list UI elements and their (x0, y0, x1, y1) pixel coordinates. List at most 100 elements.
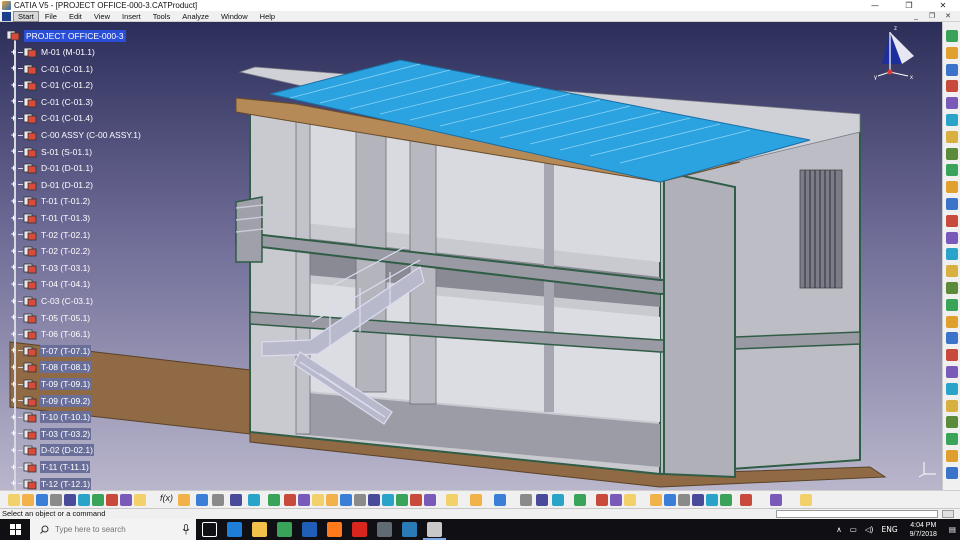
command-tool-icon[interactable] (120, 494, 132, 506)
tree-node[interactable]: + T-09 (T-09.2) (9, 394, 92, 408)
tree-node[interactable]: + T-06 (T-06.1) (9, 327, 91, 341)
command-tool-icon[interactable] (64, 494, 76, 506)
taskbar-app-acrobat[interactable] (352, 522, 367, 537)
expand-plus-icon[interactable]: + (9, 412, 18, 422)
expand-plus-icon[interactable]: + (9, 196, 18, 206)
taskbar-app-outlook[interactable] (302, 522, 317, 537)
tree-node[interactable]: + S-01 (S-01.1) (9, 145, 93, 159)
menu-tools[interactable]: Tools (147, 11, 177, 22)
command-tool-icon[interactable] (536, 494, 548, 506)
tree-root-node[interactable]: PROJECT OFFICE-000-3 (6, 29, 126, 42)
tree-node-label[interactable]: M-01 (M-01.1) (40, 46, 96, 58)
command-tool-icon[interactable] (678, 494, 690, 506)
command-tool-icon[interactable] (248, 494, 260, 506)
command-tool-icon[interactable] (230, 494, 242, 506)
workbench-tool-icon[interactable] (946, 198, 958, 210)
tree-node-label[interactable]: D-01 (D-01.2) (40, 179, 94, 191)
tree-root-label[interactable]: PROJECT OFFICE-000-3 (24, 29, 126, 42)
tree-node[interactable]: + T-01 (T-01.3) (9, 211, 91, 225)
command-tool-icon[interactable] (340, 494, 352, 506)
menu-help[interactable]: Help (254, 11, 281, 22)
workbench-tool-icon[interactable] (946, 332, 958, 345)
tree-node-label[interactable]: T-09 (T-09.1) (40, 378, 92, 390)
tree-node[interactable]: + C-01 (C-01.4) (9, 111, 94, 125)
tree-node[interactable]: + C-01 (C-01.1) (9, 62, 94, 76)
taskbar-search[interactable] (30, 519, 196, 540)
tree-node-label[interactable]: T-07 (T-07.1) (40, 344, 92, 357)
command-tool-icon[interactable] (212, 494, 224, 506)
command-tool-icon[interactable] (446, 494, 458, 506)
expand-plus-icon[interactable]: + (9, 130, 18, 140)
tree-node-label[interactable]: S-01 (S-01.1) (40, 146, 93, 158)
expand-plus-icon[interactable]: + (9, 362, 18, 372)
tree-node[interactable]: + T-07 (T-07.1) (9, 344, 92, 358)
tree-node-label[interactable]: T-04 (T-04.1) (40, 278, 91, 290)
command-tool-icon[interactable] (50, 494, 62, 506)
workbench-tool-icon[interactable] (946, 231, 958, 244)
tree-node-label[interactable]: T-12 (T-12.1) (40, 477, 92, 490)
workbench-tool-icon[interactable] (946, 366, 958, 378)
workbench-tool-icon[interactable] (946, 248, 958, 261)
expand-plus-icon[interactable]: + (9, 80, 18, 90)
expand-plus-icon[interactable]: + (9, 47, 18, 57)
command-tool-icon[interactable] (574, 494, 586, 506)
expand-plus-icon[interactable]: + (9, 429, 18, 438)
command-tool-icon[interactable] (368, 494, 380, 506)
tree-node-label[interactable]: T-05 (T-05.1) (40, 312, 91, 324)
expand-plus-icon[interactable]: + (9, 296, 18, 306)
tree-node-label[interactable]: C-01 (C-01.3) (40, 96, 94, 108)
menu-start[interactable]: Start (13, 10, 39, 22)
maximize-button[interactable]: ❐ (892, 0, 926, 11)
expand-plus-icon[interactable]: + (9, 147, 18, 156)
tree-node-label[interactable]: T-06 (T-06.1) (40, 328, 91, 340)
expand-plus-icon[interactable]: + (9, 346, 18, 355)
tree-node[interactable]: + C-01 (C-01.3) (9, 95, 94, 109)
taskbar-app-remote[interactable] (402, 522, 417, 537)
taskbar-app-task-view[interactable] (202, 522, 217, 537)
command-tool-icon[interactable] (36, 494, 48, 506)
specification-tree[interactable]: PROJECT OFFICE-000-3 + M-01 (M-01.1) + C-01… (0, 22, 150, 490)
command-tool-icon[interactable] (424, 494, 436, 506)
command-tool-icon[interactable] (706, 494, 718, 506)
expand-plus-icon[interactable]: + (9, 163, 18, 173)
expand-plus-icon[interactable]: + (9, 230, 18, 239)
tree-node-label[interactable]: C-00 ASSY (C-00 ASSY.1) (40, 129, 142, 141)
expand-plus-icon[interactable]: + (9, 263, 18, 272)
tree-node-label[interactable]: T-03 (T-03.2) (40, 427, 92, 440)
taskbar-app-chrome[interactable] (277, 522, 292, 537)
menu-view[interactable]: View (88, 11, 116, 22)
tree-node[interactable]: + M-01 (M-01.1) (9, 45, 96, 59)
command-tool-icon[interactable] (410, 494, 422, 506)
tree-node[interactable]: + T-05 (T-05.1) (9, 311, 91, 325)
workbench-tool-icon[interactable] (946, 130, 958, 143)
command-tool-icon[interactable] (470, 494, 482, 506)
windows-start-button[interactable] (0, 519, 30, 540)
command-tool-icon[interactable] (354, 494, 366, 506)
workbench-tool-icon[interactable] (946, 349, 958, 362)
doc-minimize-button[interactable]: _ (908, 11, 924, 22)
tree-node[interactable]: + C-01 (C-01.2) (9, 78, 94, 92)
command-tool-icon[interactable] (8, 494, 20, 506)
command-tool-icon[interactable] (610, 494, 622, 506)
taskbar-app-file-explorer[interactable] (252, 522, 267, 537)
tree-node-label[interactable]: T-02 (T-02.1) (40, 229, 91, 241)
workbench-tool-icon[interactable] (946, 382, 958, 395)
3d-viewport[interactable]: PROJECT OFFICE-000-3 + M-01 (M-01.1) + C-01… (0, 22, 942, 490)
tree-node-label[interactable]: C-03 (C-03.1) (40, 295, 94, 307)
taskbar-app-calculator[interactable] (377, 522, 392, 537)
tree-node[interactable]: + T-02 (T-02.1) (9, 228, 91, 242)
command-tool-icon[interactable] (770, 494, 782, 506)
tree-node-label[interactable]: T-11 (T-11.1) (40, 461, 90, 473)
workbench-tool-icon[interactable] (946, 466, 958, 479)
expand-plus-icon[interactable]: + (9, 246, 18, 256)
expand-plus-icon[interactable]: + (9, 379, 18, 389)
workbench-tool-icon[interactable] (946, 181, 958, 194)
tree-node-label[interactable]: D-02 (D-02.1) (40, 444, 94, 457)
command-tool-icon[interactable] (720, 494, 732, 506)
tree-node[interactable]: + C-03 (C-03.1) (9, 294, 94, 308)
tree-node-label[interactable]: T-01 (T-01.3) (40, 212, 91, 224)
microphone-icon[interactable] (182, 524, 190, 535)
command-tool-icon[interactable] (326, 494, 338, 506)
command-tool-icon[interactable] (692, 494, 704, 506)
menu-edit[interactable]: Edit (63, 11, 88, 22)
